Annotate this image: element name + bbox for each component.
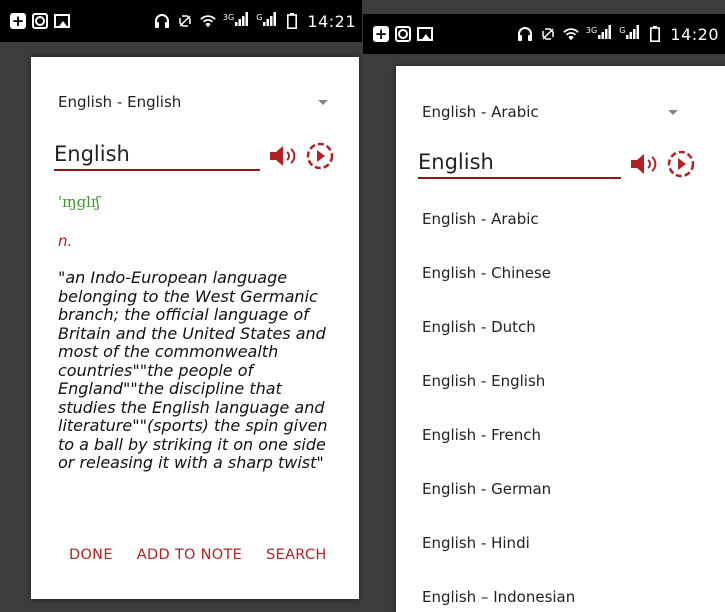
- headphones-icon: [154, 13, 170, 29]
- word-input[interactable]: [418, 149, 621, 179]
- add-to-note-button[interactable]: ADD TO NOTE: [137, 547, 242, 563]
- play-icon: [306, 142, 334, 170]
- dictionary-select[interactable]: English - Arabic: [422, 102, 678, 122]
- status-bar: + 3G G 14:20: [363, 14, 725, 54]
- headphones-icon: [517, 26, 533, 42]
- screen-left: + 3G G 14:21 English - English English '…: [0, 0, 362, 612]
- signal-icon: [598, 25, 612, 39]
- speaker-button[interactable]: [629, 151, 661, 177]
- dictionary-dropdown-list: English - Arabic English - Chinese Engli…: [396, 192, 725, 612]
- play-button[interactable]: [667, 150, 695, 178]
- add-notification-icon: +: [373, 25, 389, 43]
- battery-icon: [647, 26, 663, 42]
- dropdown-option[interactable]: English - French: [396, 408, 725, 462]
- speaker-button[interactable]: [268, 143, 300, 169]
- word-input[interactable]: [54, 141, 260, 171]
- dropdown-option[interactable]: English - Arabic: [396, 192, 725, 246]
- app-notification-icon: [32, 13, 48, 29]
- dictionary-dialog: English - Arabic English - Arabic: [396, 66, 725, 612]
- definition-text: "an Indo-European language belonging to …: [58, 268, 328, 472]
- dropdown-option[interactable]: English - Dutch: [396, 300, 725, 354]
- done-button[interactable]: DONE: [69, 547, 113, 563]
- dropdown-option[interactable]: English - Hindi: [396, 516, 725, 570]
- clock: 14:20: [670, 24, 719, 44]
- search-button[interactable]: SEARCH: [266, 547, 326, 563]
- signal-g: G: [256, 12, 277, 30]
- play-button[interactable]: [306, 142, 334, 170]
- dropdown-arrow-icon: [318, 99, 328, 105]
- signal-3g: 3G: [223, 12, 249, 30]
- dictionary-select-label: English - Arabic: [422, 103, 539, 121]
- wifi-icon: [200, 13, 216, 29]
- signal-icon: [626, 25, 640, 39]
- speaker-icon: [631, 154, 657, 174]
- dropdown-arrow-icon: [668, 109, 678, 115]
- dropdown-option[interactable]: English – Indonesian: [396, 570, 725, 612]
- dictionary-select-label: English - English: [58, 93, 182, 111]
- word-row: [54, 138, 344, 174]
- signal-icon: [235, 12, 249, 26]
- screen-right: + 3G G 14:20 English - Arabic English En…: [363, 0, 725, 612]
- app-notification-icon: [395, 26, 411, 42]
- dropdown-option[interactable]: English - Chinese: [396, 246, 725, 300]
- play-icon: [667, 150, 695, 178]
- dropdown-option[interactable]: English - German: [396, 462, 725, 516]
- dialog-actions: DONE ADD TO NOTE SEARCH: [69, 547, 359, 563]
- signal-3g: 3G: [586, 25, 612, 43]
- word-row: [418, 146, 708, 182]
- signal-g: G: [619, 25, 640, 43]
- add-notification-icon: +: [10, 12, 26, 30]
- dropdown-option[interactable]: English - English: [396, 354, 725, 408]
- part-of-speech: n.: [58, 232, 73, 250]
- signal-icon: [263, 12, 277, 26]
- no-rotation-icon: [177, 13, 193, 29]
- image-notification-icon: [54, 13, 70, 29]
- speaker-icon: [270, 146, 296, 166]
- dictionary-dialog: English - English 'ɪŋglɪʃ n. "an Indo-: [31, 57, 359, 599]
- dictionary-select[interactable]: English - English: [58, 92, 328, 112]
- status-bar: + 3G G 14:21: [0, 0, 362, 42]
- wifi-icon: [563, 26, 579, 42]
- phonetic-transcription: 'ɪŋglɪʃ: [58, 193, 100, 211]
- no-rotation-icon: [540, 26, 556, 42]
- battery-icon: [284, 13, 300, 29]
- image-notification-icon: [417, 26, 433, 42]
- clock: 14:21: [307, 11, 356, 31]
